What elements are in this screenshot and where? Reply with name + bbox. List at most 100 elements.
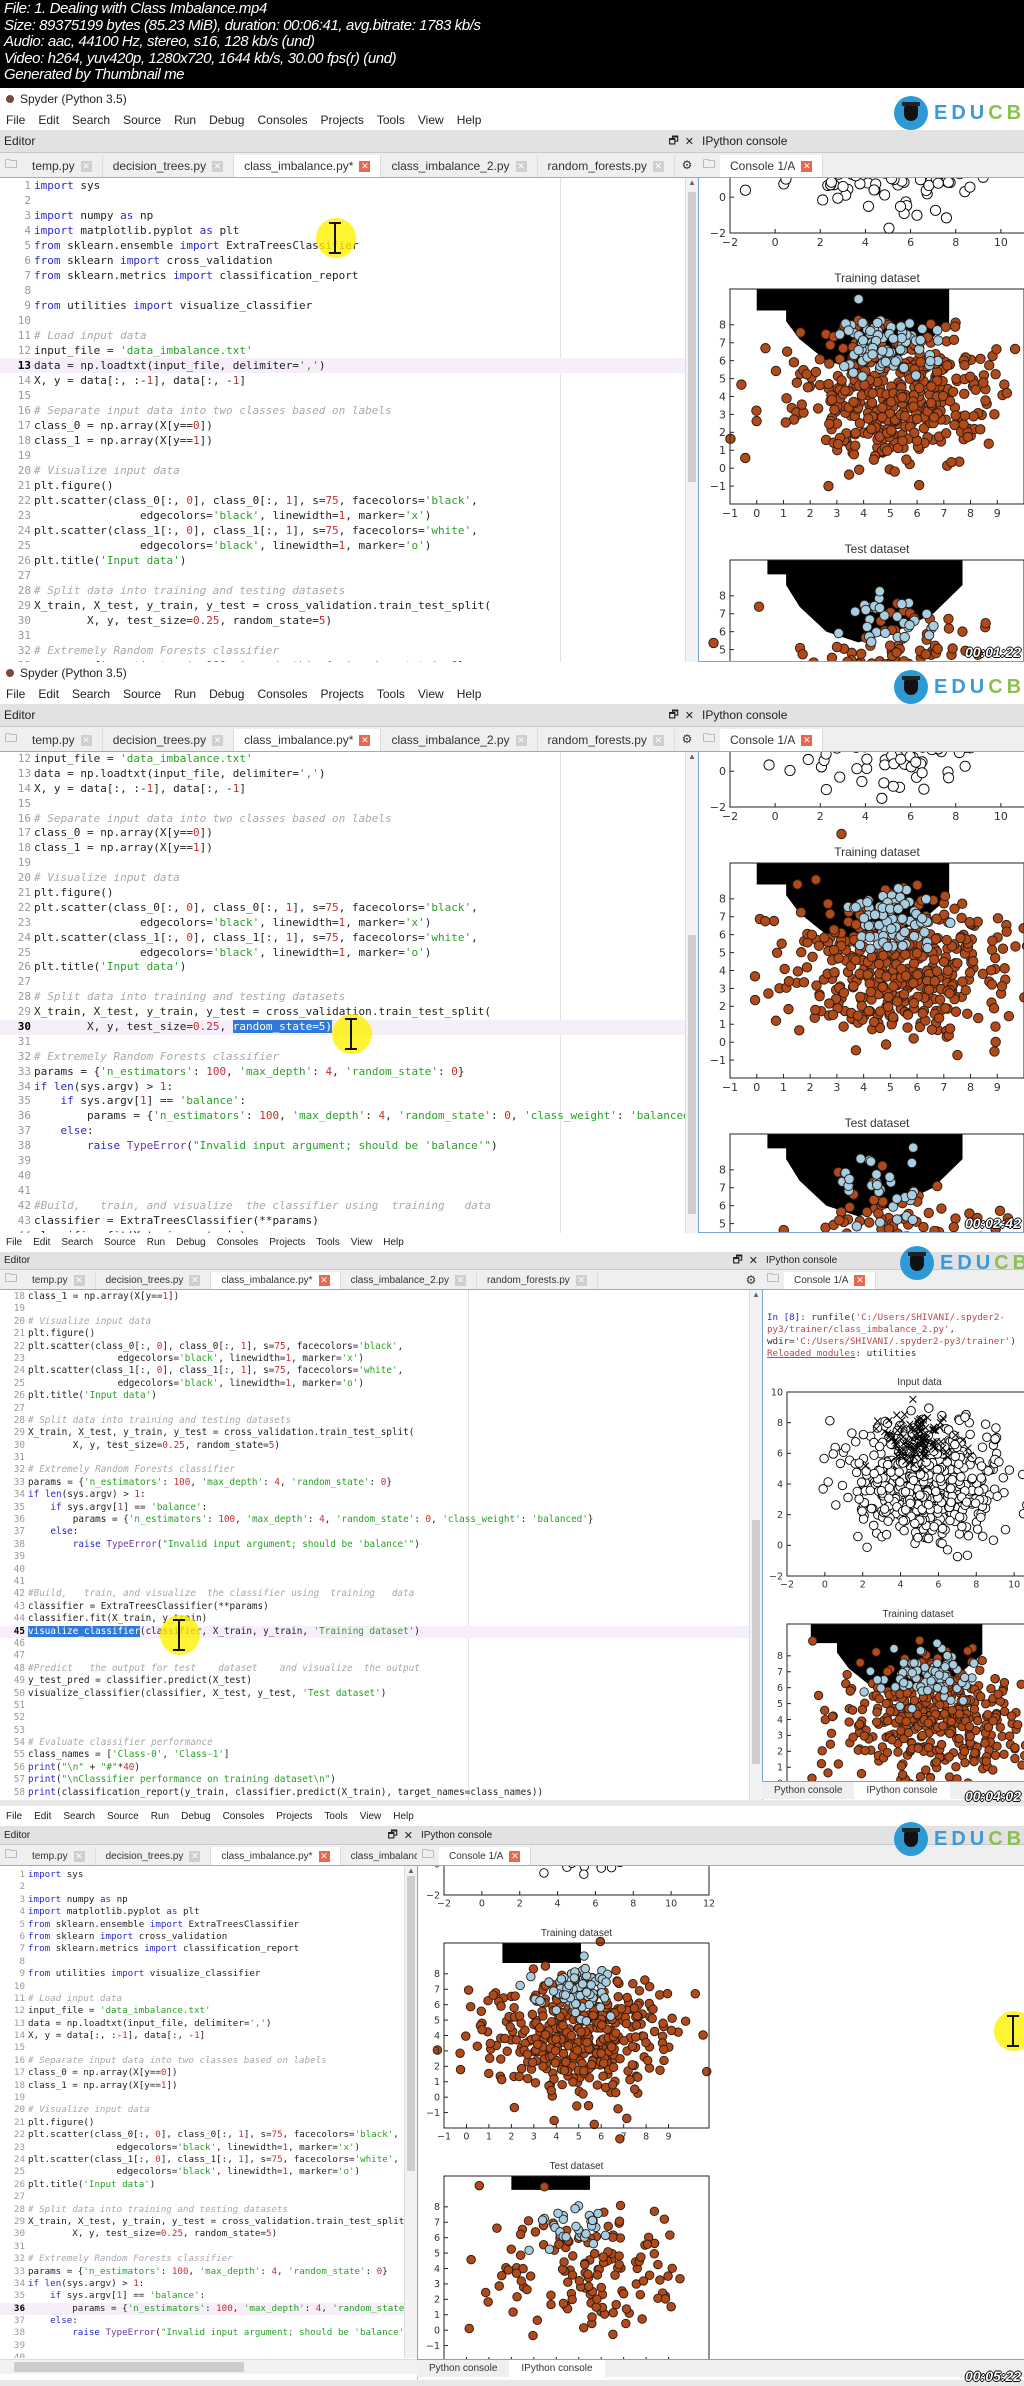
menu-source[interactable]: Source [123, 687, 161, 701]
code-line[interactable]: 26 plt.title('Input data') [0, 553, 686, 568]
code-line[interactable]: 13 data = np.loadtxt(input_file, delimite… [0, 358, 686, 373]
close-tab-icon[interactable]: ✕ [359, 160, 371, 172]
options-gear-icon[interactable]: ⚙ [676, 732, 698, 746]
code-line[interactable]: 20 # Visualize input data [0, 1316, 750, 1328]
menu-projects[interactable]: Projects [321, 687, 364, 701]
editor-tab[interactable]: class_imbalance.py* ✕ [234, 155, 382, 177]
close-tab-icon[interactable]: ✕ [359, 734, 371, 746]
editor-tab[interactable]: class_imbalance_2.py ✕ [381, 729, 538, 751]
console-tab[interactable]: Console 1/A ✕ [784, 1272, 877, 1289]
close-tab-icon[interactable]: ✕ [575, 1275, 587, 1286]
code-line[interactable]: 37 else: [0, 1526, 750, 1538]
undock-icon[interactable]: 🗗 [732, 1252, 742, 1270]
new-console-icon[interactable]: 🗀 [698, 155, 720, 176]
editor-tab[interactable]: class_imbalance.py* ✕ [234, 729, 382, 751]
code-line[interactable]: 14 X, y = data[:, :-1], data[:, -1] [0, 782, 686, 797]
code-line[interactable]: 21 plt.figure() [0, 1328, 750, 1340]
editor-tab[interactable]: class_imbalance_2.py ✕ [381, 155, 538, 177]
menu-consoles[interactable]: Consoles [257, 113, 307, 127]
menu-tools[interactable]: Tools [377, 113, 405, 127]
code-editor[interactable]: 18 class_1 = np.array(X[y==1]) 19 20 # Visua… [0, 1290, 750, 1800]
code-line[interactable]: 44classifier.fit(X_train, y_train) [0, 1613, 750, 1625]
menu-help[interactable]: Help [457, 113, 482, 127]
code-line[interactable]: 8 [0, 283, 686, 298]
code-line[interactable]: 28 # Split data into training and testing… [0, 990, 686, 1005]
menu-debug[interactable]: Debug [176, 1237, 205, 1248]
code-line[interactable]: 26 plt.title('Input data') [0, 960, 686, 975]
code-line[interactable]: 23 edgecolors='black', linewidth=1, mark… [0, 916, 686, 931]
menu-debug[interactable]: Debug [209, 113, 244, 127]
options-gear-icon[interactable]: ⚙ [740, 1273, 762, 1287]
code-line[interactable]: 27 [0, 975, 686, 990]
code-line[interactable]: 56 print("\n" + "#"*40) [0, 1762, 750, 1774]
code-line[interactable]: 38 raise TypeError("Invalid input argume… [0, 1539, 750, 1551]
new-console-icon[interactable]: 🗀 [698, 729, 720, 750]
code-line[interactable]: 52 [0, 1712, 750, 1724]
code-line[interactable]: 54 # Evaluate classifier performance [0, 1737, 750, 1749]
close-pane-icon[interactable]: ✕ [685, 135, 694, 148]
editor-tab[interactable]: temp.py ✕ [22, 155, 103, 177]
code-line[interactable]: 45visualize_classifier(classifier, X_tra… [0, 1625, 750, 1638]
code-line[interactable]: 10 [0, 313, 686, 328]
code-line[interactable]: 48 #Predict the output for test dataset a… [0, 1663, 750, 1675]
menu-search[interactable]: Search [72, 113, 110, 127]
menu-tools[interactable]: Tools [377, 687, 405, 701]
console-output[interactable]: In [8]: runfile('C:/Users/SHIVANI/.spyde… [762, 1290, 1024, 1782]
code-line[interactable]: 23 edgecolors='black', linewidth=1, mark… [0, 508, 686, 523]
menu-projects[interactable]: Projects [321, 113, 364, 127]
code-line[interactable]: 46 [0, 1638, 750, 1650]
code-line[interactable]: 13 data = np.loadtxt(input_file, delimite… [0, 767, 686, 782]
editor-tab[interactable]: temp.py ✕ [22, 729, 103, 751]
scrollbar-thumb[interactable] [688, 934, 696, 1214]
browse-tabs-icon[interactable]: 🗀 [0, 155, 22, 176]
editor-vertical-scrollbar[interactable]: ▲ [685, 178, 698, 662]
code-line[interactable]: 22 plt.scatter(class_0[:, 0], class_0[:, … [0, 901, 686, 916]
menu-view[interactable]: View [351, 1237, 373, 1248]
editor-tab[interactable]: class_imbalance.py* ✕ [211, 1272, 341, 1289]
menu-edit[interactable]: Edit [38, 687, 59, 701]
editor-tab[interactable]: decision_trees.py ✕ [96, 1272, 212, 1289]
console-output[interactable]: −2024681012−20246810Input data−101234567… [698, 178, 1024, 662]
close-tab-icon[interactable]: ✕ [318, 1275, 330, 1286]
code-line[interactable]: 43 classifier = ExtraTreesClassifier(**pa… [0, 1601, 750, 1613]
editor-tab[interactable]: random_forests.py ✕ [477, 1272, 598, 1289]
menu-consoles[interactable]: Consoles [217, 1237, 259, 1248]
editor-tab[interactable]: random_forests.py ✕ [538, 155, 675, 177]
code-line[interactable]: 29 X_train, X_test, y_train, y_test = cro… [0, 1427, 750, 1439]
code-line[interactable]: 25 edgecolors='black', linewidth=1, mark… [0, 946, 686, 961]
editor-tab[interactable]: temp.py ✕ [22, 1272, 96, 1289]
code-line[interactable]: 31 [0, 1452, 750, 1464]
menu-search[interactable]: Search [72, 687, 110, 701]
code-line[interactable]: 21 plt.figure() [0, 478, 686, 493]
menu-debug[interactable]: Debug [209, 687, 244, 701]
close-tab-icon[interactable]: ✕ [652, 160, 664, 172]
menu-edit[interactable]: Edit [33, 1237, 50, 1248]
code-line[interactable]: 35 if sys.argv[1] == 'balance': [0, 1094, 686, 1109]
code-line[interactable]: 41 [0, 1184, 686, 1199]
code-line[interactable]: 16 # Separate input data into two classes… [0, 812, 686, 827]
code-line[interactable]: 12 input_file = 'data_imbalance.txt' [0, 343, 686, 358]
code-line[interactable]: 7 from sklearn.metrics import classificat… [0, 268, 686, 283]
code-line[interactable]: 32 # Extremely Random Forests classifier [0, 643, 686, 658]
code-line[interactable]: 21 plt.figure() [0, 886, 686, 901]
code-line[interactable]: 22 plt.scatter(class_0[:, 0], class_0[:, … [0, 493, 686, 508]
code-line[interactable]: 34 if len(sys.argv) > 1: [0, 1489, 750, 1501]
code-line[interactable]: 39 [0, 1551, 750, 1563]
code-line[interactable]: 19 [0, 1303, 750, 1315]
code-line[interactable]: 18 class_1 = np.array(X[y==1]) [0, 841, 686, 856]
code-line[interactable]: 19 [0, 856, 686, 871]
code-line[interactable]: 2 [0, 193, 686, 208]
code-line[interactable]: 30 X, y, test_size=0.25, random_state=5) [0, 613, 686, 628]
code-line[interactable]: 57 print("\nClassifier performance on tra… [0, 1774, 750, 1786]
close-tab-icon[interactable]: ✕ [212, 734, 224, 746]
menu-projects[interactable]: Projects [269, 1237, 305, 1248]
menu-file[interactable]: File [6, 113, 25, 127]
code-line[interactable]: 42 #Build, train, and visualize the class… [0, 1588, 750, 1600]
undock-icon[interactable]: 🗗 [668, 706, 678, 725]
code-line[interactable]: 37 else: [0, 1124, 686, 1139]
options-gear-icon[interactable]: ⚙ [676, 158, 698, 172]
editor-tab[interactable]: class_imbalance_2.py ✕ [341, 1272, 477, 1289]
code-line[interactable]: 17 class_0 = np.array(X[y==0]) [0, 418, 686, 433]
code-line[interactable]: 23 edgecolors='black', linewidth=1, mark… [0, 1353, 750, 1365]
code-line[interactable]: 49 y_test_pred = classifier.predict(X_tes… [0, 1675, 750, 1687]
